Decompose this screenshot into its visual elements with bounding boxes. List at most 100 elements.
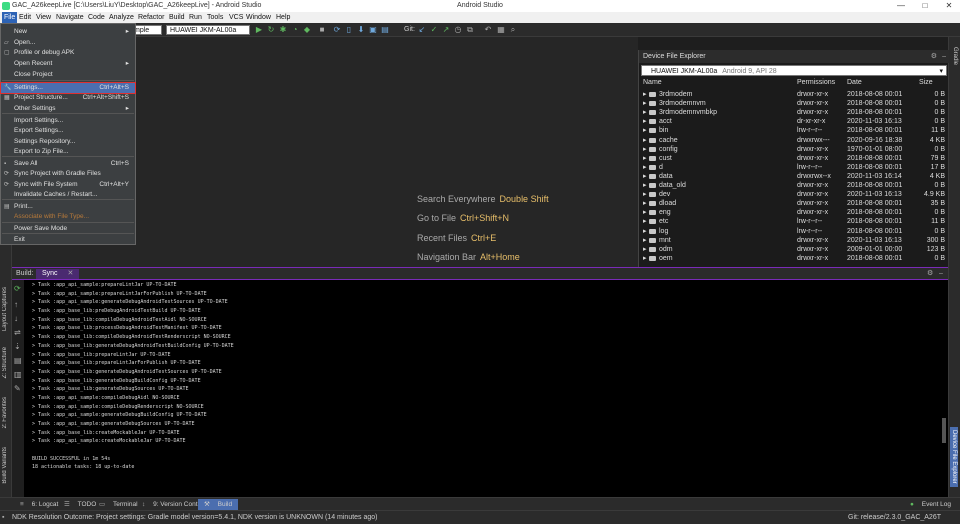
minimize-button[interactable]: — (890, 0, 912, 12)
file-row[interactable]: ▸ 3rdmodemnvmbkp drwxr-xr-x 2018-08-08 00:0… (639, 108, 949, 117)
tool-structure[interactable]: Z: Structure (2, 347, 8, 378)
pin-icon[interactable]: ✎ (14, 384, 21, 393)
project-structure-icon[interactable]: ▦ (497, 26, 505, 34)
menu-window[interactable]: Window (246, 12, 271, 23)
col-name[interactable]: Name (643, 79, 662, 86)
menu-item-open-recent[interactable]: Open Recent ▸ (1, 59, 135, 70)
menu-item-new[interactable]: New ▸ (1, 27, 135, 38)
file-row[interactable]: ▸ bin lrw-r--r-- 2018-08-08 00:01 11 B (639, 126, 949, 135)
menu-item-settings-repository[interactable]: Settings Repository... (1, 137, 135, 148)
col-permissions[interactable]: Permissions (797, 79, 835, 86)
soft-wrap-icon[interactable]: ⇌ (14, 328, 21, 337)
up-arrow-icon[interactable]: ↑ (14, 300, 18, 309)
tab-logcat[interactable]: ≡ 6: Logcat (14, 499, 64, 510)
device-combo[interactable]: HUAWEI JKM-AL00a (166, 25, 250, 35)
event-log-button[interactable]: ● Event Log (904, 499, 957, 510)
menu-item-settings[interactable]: 🔧 Settings... Ctrl+Alt+S (0, 81, 136, 94)
maximize-button[interactable]: □ (914, 0, 936, 12)
file-row[interactable]: ▸ d lrw-r--r-- 2018-08-08 00:01 17 B (639, 163, 949, 172)
git-commit-icon[interactable]: ✓ (430, 26, 438, 34)
menu-item-export-settings[interactable]: Export Settings... (1, 126, 135, 137)
tool-device-file-explorer[interactable]: Device File Explorer (950, 427, 958, 487)
dfe-device-select[interactable]: HUAWEI JKM-AL00a Android 9, API 28 ▾ (641, 65, 947, 76)
git-branch[interactable]: Git: release/2.3.0_GAC_A26T (848, 511, 941, 524)
git-update-icon[interactable]: ↙ (418, 26, 426, 34)
hide-icon[interactable]: – (942, 50, 946, 63)
file-row[interactable]: ▸ 3rdmodem drwxr-xr-x 2018-08-08 00:01 0 B (639, 90, 949, 99)
git-history-icon[interactable]: ◷ (454, 26, 462, 34)
apply-changes-icon[interactable]: ↻ (267, 26, 275, 34)
hide-icon[interactable]: – (936, 269, 946, 279)
menu-item-sync-file-system[interactable]: ⟳ Sync with File System Ctrl+Alt+Y (1, 180, 135, 191)
run-icon[interactable]: ▶ (255, 26, 263, 34)
undo-icon[interactable]: ↶ (484, 26, 492, 34)
file-row[interactable]: ▸ 3rdmodemnvm drwxr-xr-x 2018-08-08 00:01 0 … (639, 99, 949, 108)
file-row[interactable]: ▸ dload drwxr-xr-x 2018-08-08 00:01 35 B (639, 199, 949, 208)
menu-help[interactable]: Help (276, 12, 290, 23)
menu-item-open[interactable]: ▱ Open... (1, 38, 135, 49)
git-annotate-icon[interactable]: ⧉ (466, 26, 474, 34)
log-scrollbar[interactable] (942, 418, 946, 443)
menu-item-project-structure[interactable]: ▦ Project Structure... Ctrl+Alt+Shift+S (1, 93, 135, 104)
menu-item-exit[interactable]: Exit (1, 235, 135, 246)
file-row[interactable]: ▸ etc lrw-r--r-- 2018-08-08 00:01 11 B (639, 217, 949, 226)
col-date[interactable]: Date (847, 79, 862, 86)
file-row[interactable]: ▸ config drwxr-xr-x 1970-01-01 08:00 0 B (639, 145, 949, 154)
search-icon[interactable]: ⌕ (509, 26, 517, 34)
file-row[interactable]: ▸ acct dr-xr-xr-x 2020-11-03 16:13 0 B (639, 117, 949, 126)
stop-icon[interactable]: ■ (318, 26, 326, 34)
debug-icon[interactable]: ✱ (279, 26, 287, 34)
file-row[interactable]: ▸ oem drwxr-xr-x 2018-08-08 00:01 0 B (639, 254, 949, 263)
attach-debugger-icon[interactable]: ◆ (303, 26, 311, 34)
menu-edit[interactable]: Edit (19, 12, 31, 23)
structure-icon[interactable]: ▤ (381, 26, 389, 34)
gear-icon[interactable]: ⚙ (924, 269, 936, 279)
file-row[interactable]: ▸ dev drwxr-xr-x 2020-11-03 16:13 4.9 KB (639, 190, 949, 199)
gear-icon[interactable]: ⚙ (931, 50, 937, 63)
menu-file[interactable]: File (2, 12, 18, 23)
down-arrow-icon[interactable]: ↓ (14, 314, 18, 323)
profile-icon[interactable]: ◔ (291, 26, 299, 34)
menu-build[interactable]: Build (169, 12, 185, 23)
file-row[interactable]: ▸ eng drwxr-xr-x 2018-08-08 00:01 0 B (639, 208, 949, 217)
menu-item-associate-file-type[interactable]: Associate with File Type... (1, 212, 135, 223)
menu-tools[interactable]: Tools (207, 12, 223, 23)
file-row[interactable]: ▸ log lrw-r--r-- 2018-08-08 00:01 0 B (639, 227, 949, 236)
tool-build-variants[interactable]: Build Variants (2, 447, 8, 484)
file-row[interactable]: ▸ mnt drwxr-xr-x 2020-11-03 16:13 300 B (639, 236, 949, 245)
layout-inspector-icon[interactable]: ▣ (369, 26, 377, 34)
git-push-icon[interactable]: ↗ (442, 26, 450, 34)
print-icon[interactable]: ▤ (14, 356, 22, 365)
menu-item-profile-debug-apk[interactable]: ▢ Profile or debug APK (1, 48, 135, 59)
scroll-end-icon[interactable]: ⇣ (14, 342, 21, 351)
menu-refactor[interactable]: Refactor (138, 12, 164, 23)
menu-item-import-settings[interactable]: Import Settings... (1, 116, 135, 127)
menu-item-print[interactable]: ▤ Print... (1, 202, 135, 213)
menu-item-sync-gradle[interactable]: ⟳ Sync Project with Gradle Files (1, 169, 135, 180)
rerun-icon[interactable]: ⟳ (14, 284, 21, 293)
sync-gradle-icon[interactable]: ⟳ (333, 26, 341, 34)
trash-icon[interactable]: ▥ (14, 370, 22, 379)
tool-gradle[interactable]: Gradle (952, 47, 958, 65)
menu-vcs[interactable]: VCS (229, 12, 243, 23)
tab-build[interactable]: ⚒ Build (198, 499, 239, 510)
close-window-button[interactable]: ✕ (938, 0, 960, 12)
file-row[interactable]: ▸ cust drwxr-xr-x 2018-08-08 00:01 79 B (639, 154, 949, 163)
file-row[interactable]: ▸ data_old drwxr-xr-x 2018-08-08 00:01 0 B (639, 181, 949, 190)
menu-analyze[interactable]: Analyze (109, 12, 134, 23)
tool-favorites[interactable]: 2: Favorites (2, 397, 8, 428)
menu-item-close-project[interactable]: Close Project (1, 70, 135, 81)
tab-sync[interactable]: Sync ✕ (36, 269, 80, 279)
close-icon[interactable]: ✕ (65, 270, 77, 277)
tool-layout-captures[interactable]: Layout Captures (2, 287, 8, 331)
menu-run[interactable]: Run (189, 12, 202, 23)
menu-code[interactable]: Code (88, 12, 105, 23)
file-row[interactable]: ▸ cache drwxrwx--- 2020-09-16 18:38 4 KB (639, 136, 949, 145)
menu-view[interactable]: View (36, 12, 51, 23)
col-size[interactable]: Size (919, 79, 933, 86)
menu-navigate[interactable]: Navigate (56, 12, 84, 23)
file-row[interactable]: ▸ data drwxrwx--x 2020-11-03 16:14 4 KB (639, 172, 949, 181)
avd-manager-icon[interactable]: ▯ (345, 26, 353, 34)
sdk-manager-icon[interactable]: ⬇ (357, 26, 365, 34)
status-message[interactable]: NDK Resolution Outcome: Project settings… (12, 511, 378, 524)
